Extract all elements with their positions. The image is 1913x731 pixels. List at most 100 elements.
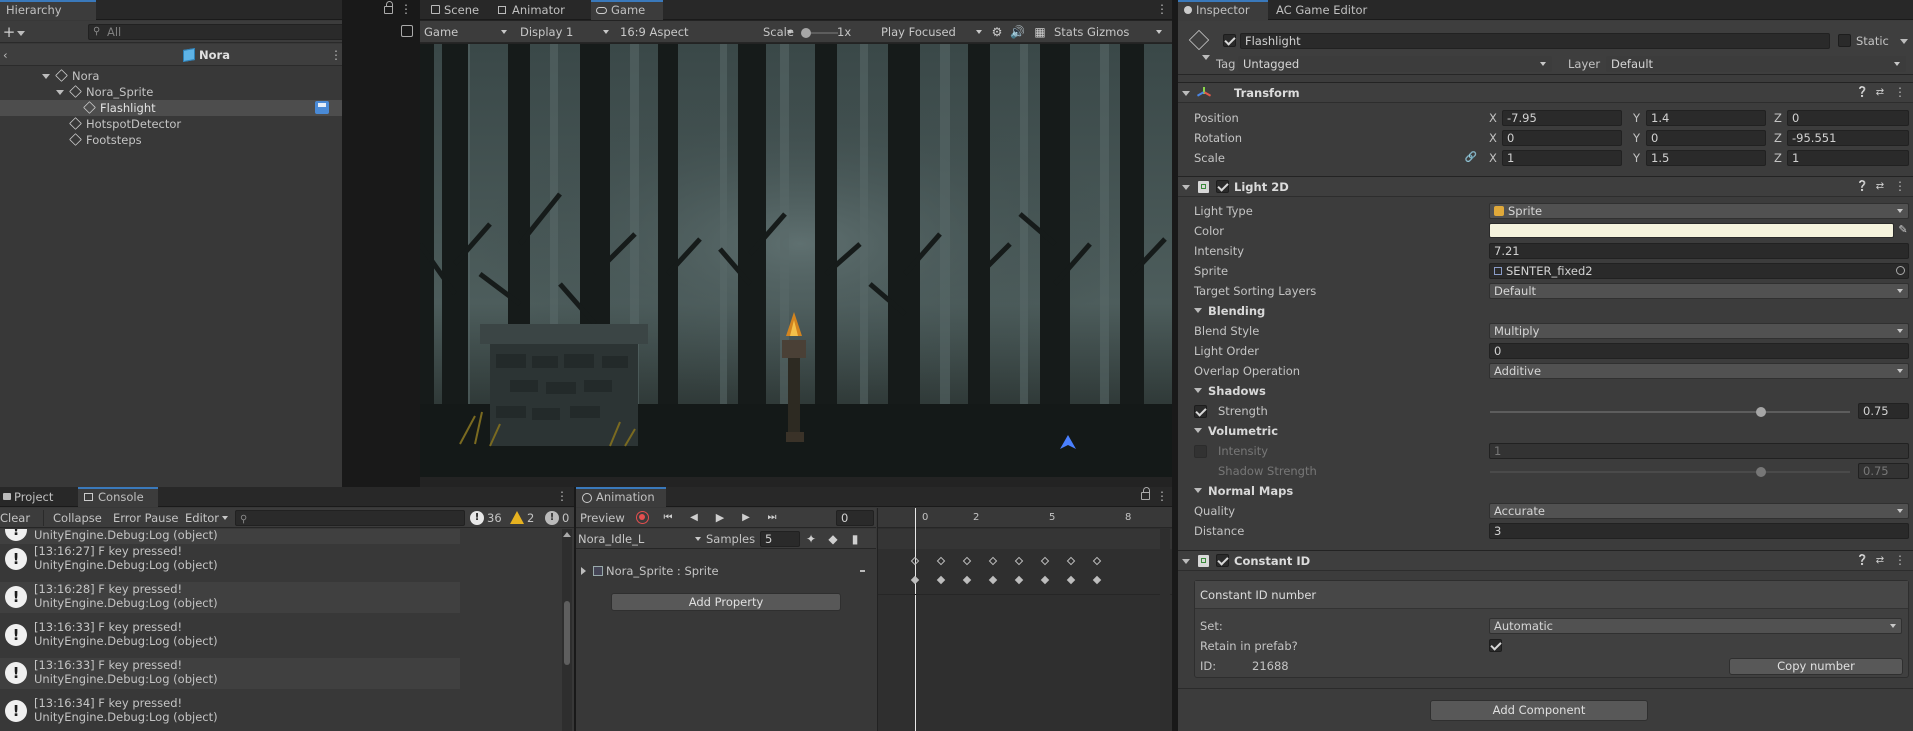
next-frame-icon[interactable]: ▶ <box>738 510 754 526</box>
keyframe-marker[interactable] <box>936 556 946 566</box>
volumetric-intensity-input[interactable]: 1 <box>1489 443 1909 459</box>
tab-scene[interactable]: Scene <box>428 0 485 20</box>
tab-inspector[interactable]: Inspector <box>1178 0 1268 20</box>
save-icon[interactable] <box>315 101 329 114</box>
tab-console[interactable]: Console <box>78 487 158 507</box>
log-entry[interactable]: ! [13:16:28] F key pressed! UnityEngine.… <box>0 582 460 613</box>
tab-hierarchy[interactable]: Hierarchy <box>0 0 96 20</box>
strength-input[interactable]: 0.75 <box>1858 403 1909 419</box>
kebab-menu-icon[interactable]: ⋮ <box>330 48 342 62</box>
link-icon[interactable]: 🔗 <box>1464 150 1478 166</box>
kebab-menu-icon[interactable]: ⋮ <box>1894 85 1906 99</box>
object-name-input[interactable]: Flashlight <box>1240 33 1830 49</box>
lock-icon[interactable] <box>1141 487 1150 500</box>
tab-animation[interactable]: Animation <box>576 487 666 507</box>
sprite-object-field[interactable]: SENTER_fixed2 <box>1489 263 1909 279</box>
keyframe-marker[interactable] <box>1014 556 1024 566</box>
preview-button[interactable]: Preview <box>580 510 625 526</box>
record-icon[interactable] <box>636 511 649 524</box>
scale-z-input[interactable]: 1 <box>1787 150 1909 166</box>
expand-icon[interactable] <box>1194 428 1202 433</box>
game-viewport[interactable] <box>420 44 1172 477</box>
rotation-z-input[interactable]: -95.551 <box>1787 130 1909 146</box>
copy-number-button[interactable]: Copy number <box>1729 658 1903 675</box>
position-z-input[interactable]: 0 <box>1787 110 1909 126</box>
frame-input[interactable]: 0 <box>836 510 874 526</box>
hierarchy-search-input[interactable]: ⚲ All <box>88 24 342 40</box>
tab-project[interactable]: Project <box>0 487 59 507</box>
log-count-icon[interactable]: ! <box>470 511 484 525</box>
bug-icon[interactable]: ⚙ <box>990 24 1004 40</box>
collapse-button[interactable]: Collapse <box>53 510 102 526</box>
blending-section[interactable]: Blending <box>1208 303 1265 319</box>
intensity-input[interactable]: 7.21 <box>1489 243 1909 259</box>
keyframe-marker[interactable] <box>1092 556 1102 566</box>
shadow-strength-slider-track[interactable] <box>1490 471 1850 473</box>
chevron-down-icon[interactable] <box>17 31 25 36</box>
log-entry[interactable]: ! [13:16:34] F key pressed! UnityEngine.… <box>0 696 460 727</box>
scroll-up-arrow[interactable] <box>563 532 571 537</box>
add-keyframe-icon[interactable]: ✦ <box>804 531 818 547</box>
quality-dropdown[interactable]: Accurate <box>1489 503 1909 519</box>
tab-ac-game-editor[interactable]: AC Game Editor <box>1270 0 1373 20</box>
game-mode-dropdown[interactable]: Game <box>424 23 510 41</box>
console-search-input[interactable]: ⚲ <box>235 510 465 526</box>
keyframe-marker[interactable] <box>1014 575 1024 585</box>
log-entry[interactable]: ! [13:16:33] F key pressed! UnityEngine.… <box>0 620 460 651</box>
back-chevron-icon[interactable]: ‹ <box>3 47 8 63</box>
add-component-button[interactable]: Add Component <box>1430 700 1648 721</box>
light-type-dropdown[interactable]: Sprite <box>1489 203 1909 219</box>
timeline-ruler[interactable]: 0 2 5 8 <box>878 508 1172 528</box>
log-entry[interactable]: ! [13:16:27] F key pressed! UnityEngine.… <box>0 544 460 575</box>
display-dropdown[interactable]: Display 1 <box>520 23 612 41</box>
tree-row-footsteps[interactable]: Footsteps <box>0 132 342 148</box>
kebab-menu-icon[interactable]: ⋮ <box>1156 2 1168 16</box>
expand-icon[interactable] <box>1182 185 1190 190</box>
animation-scrollbar[interactable] <box>1160 529 1170 731</box>
shadows-enabled-checkbox[interactable] <box>1194 405 1207 418</box>
position-x-input[interactable]: -7.95 <box>1502 110 1622 126</box>
samples-input[interactable]: 5 <box>760 531 800 547</box>
eyedropper-icon[interactable]: ✎ <box>1896 222 1910 238</box>
static-checkbox[interactable] <box>1838 34 1851 47</box>
hierarchy-lock-icon[interactable] <box>384 1 393 14</box>
constant-id-enabled-checkbox[interactable] <box>1216 554 1229 567</box>
scrollbar-thumb[interactable] <box>564 601 570 665</box>
keyframe-marker[interactable] <box>988 556 998 566</box>
keyframe-icon[interactable]: ◆ <box>826 531 840 547</box>
layer-dropdown[interactable]: Default <box>1606 56 1906 72</box>
add-icon[interactable]: + <box>2 24 16 40</box>
kebab-menu-icon[interactable]: ⋮ <box>556 489 568 503</box>
preset-icon[interactable]: ⇄ <box>1874 553 1886 569</box>
expand-icon[interactable] <box>1182 91 1190 96</box>
light2d-enabled-checkbox[interactable] <box>1216 180 1229 193</box>
keyboard-icon[interactable]: ▦ <box>1032 24 1048 40</box>
error-pause-button[interactable]: Error Pause <box>113 510 179 526</box>
property-row[interactable]: Nora_Sprite : Sprite <box>576 562 876 580</box>
rotation-x-input[interactable]: 0 <box>1502 130 1622 146</box>
preset-icon[interactable]: ⇄ <box>1874 85 1886 101</box>
keyframe-marker[interactable] <box>1092 575 1102 585</box>
tree-row-hotspot[interactable]: HotspotDetector <box>0 116 342 132</box>
shadow-strength-input[interactable]: 0.75 <box>1858 463 1909 479</box>
retain-prefab-checkbox[interactable] <box>1489 639 1502 652</box>
strength-slider-knob[interactable] <box>1756 407 1766 417</box>
tag-dropdown[interactable]: Untagged <box>1238 56 1552 72</box>
transform-header[interactable]: Transform ❔ ⇄ ⋮ <box>1178 82 1913 103</box>
prev-frame-icon[interactable]: ◀ <box>686 510 702 526</box>
hierarchy-search-mode-icon[interactable] <box>401 25 413 37</box>
preset-icon[interactable]: ⇄ <box>1874 179 1886 195</box>
expand-icon[interactable] <box>1194 308 1202 313</box>
blend-style-dropdown[interactable]: Multiply <box>1489 323 1909 339</box>
volumetric-enabled-checkbox[interactable] <box>1194 445 1207 458</box>
console-scrollbar[interactable] <box>562 529 572 731</box>
first-frame-icon[interactable]: ⏮ <box>660 510 676 526</box>
error-count-icon[interactable]: ! <box>545 511 559 525</box>
stats-button[interactable]: Stats <box>1054 24 1083 40</box>
warning-icon[interactable] <box>510 511 524 524</box>
expand-icon[interactable] <box>42 74 50 79</box>
chevron-down-icon[interactable] <box>1202 55 1210 60</box>
tree-row-nora-sprite[interactable]: Nora_Sprite <box>0 84 342 100</box>
property-minus-icon[interactable] <box>860 570 865 572</box>
keyframe-marker[interactable] <box>1040 556 1050 566</box>
